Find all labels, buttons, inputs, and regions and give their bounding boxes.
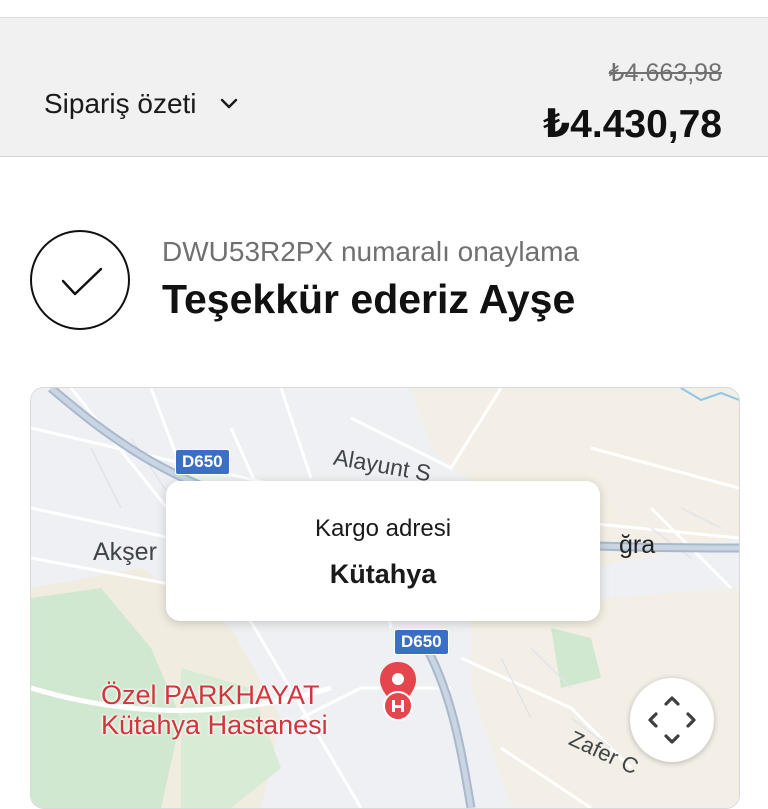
road-badge-d650-top: D650 [175, 449, 230, 475]
shipping-address-label: Kargo adresi [314, 515, 452, 542]
map-fullscreen-button[interactable] [630, 678, 714, 762]
checkmark-icon [30, 230, 130, 330]
confirmation-number-text: DWU53R2PX numaralı onaylama [162, 236, 580, 267]
chevron-down-icon [220, 98, 237, 109]
order-summary-label: Sipariş özeti [44, 88, 197, 119]
thank-you-heading: Teşekkür ederiz Ayşe [162, 276, 576, 322]
expand-arrows-icon [648, 696, 696, 744]
road-badge-d650-bottom: D650 [394, 629, 449, 655]
original-price: ₺4.663,98 [608, 59, 722, 87]
map-label-akser: Akşer [93, 538, 157, 566]
shipping-address-city: Kütahya [329, 559, 437, 589]
poi-label-hospital: Özel PARKHAYAT Kütahya Hastanesi [101, 680, 328, 740]
order-summary-bar: Sipariş özeti ₺4.663,98 ₺4.430,78 [0, 17, 768, 157]
poi-line-2: Kütahya Hastanesi [101, 710, 328, 740]
total-price: ₺4.430,78 [543, 103, 722, 146]
shipping-address-card: Kargo adresi Kütahya [166, 481, 600, 621]
poi-line-1: Özel PARKHAYAT [101, 680, 320, 710]
order-summary-toggle[interactable]: Sipariş özeti [44, 88, 239, 120]
location-pin-icon[interactable] [377, 660, 419, 728]
map-label-gra: ğra [619, 531, 656, 559]
